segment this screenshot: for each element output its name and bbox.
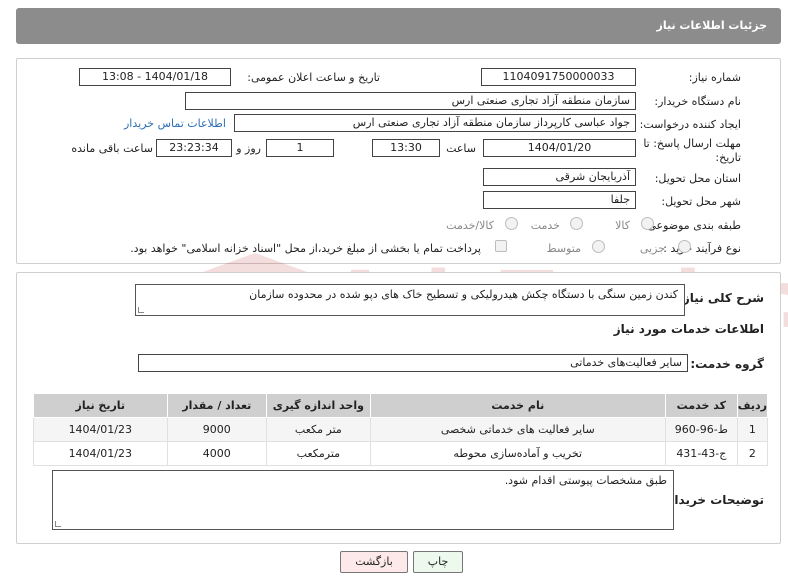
time-remaining-label: ساعت باقی مانده (71, 142, 153, 155)
buyer-org-label: نام دستگاه خریدار: (654, 95, 741, 108)
process-option-medium: متوسط (546, 242, 581, 255)
buyer-notes-textarea[interactable]: طبق مشخصات پیوستی اقدام شود. (52, 470, 674, 530)
need-number-label: شماره نیاز: (688, 71, 741, 84)
city-label: شهر محل تحویل: (661, 195, 741, 208)
buyer-org-field: سازمان منطقه آزاد تجاری صنعتی ارس (185, 92, 636, 110)
category-radio-goods[interactable] (641, 217, 654, 230)
process-radio-minor[interactable] (678, 240, 691, 253)
province-label: استان محل تحویل: (654, 172, 741, 185)
cell-quantity: 4000 (166, 441, 268, 466)
cell-quantity: 9000 (166, 417, 268, 442)
resize-grip-icon[interactable] (138, 307, 144, 313)
need-info-panel (16, 58, 781, 264)
category-option-goods-service: کالا/خدمت (446, 219, 494, 232)
category-radio-goods-service[interactable] (505, 217, 518, 230)
col-header-service-name: نام خدمت (369, 393, 666, 418)
services-table-header: ردیف کد خدمت نام خدمت واحد اندازه گیری ت… (33, 393, 769, 418)
treasury-payment-note: پرداخت تمام یا بخشی از مبلغ خرید،از محل … (130, 242, 481, 255)
col-header-unit: واحد اندازه گیری (266, 393, 371, 418)
deadline-label-line2: تاریخ: (715, 151, 741, 164)
summary-label: شرح کلی نیاز: (678, 291, 764, 305)
deadline-label-line1: مهلت ارسال پاسخ: تا (643, 137, 741, 150)
table-row: 1 ط-96-960 سایر فعالیت های خدماتی شخصی م… (33, 417, 769, 442)
category-radio-service[interactable] (570, 217, 583, 230)
process-option-minor: جزیی (639, 242, 665, 255)
page-title: جزئیات اطلاعات نیاز (656, 19, 768, 32)
col-header-row-number: ردیف (736, 393, 769, 418)
col-header-service-code: کد خدمت (664, 393, 738, 418)
buyer-notes-label: توضیحات خریدار: (662, 493, 764, 507)
announce-datetime-field: 1404/01/18 - 13:08 (79, 68, 231, 86)
days-label: روز و (236, 142, 261, 155)
requester-label: ایجاد کننده درخواست: (639, 118, 741, 131)
cell-service-name: سایر فعالیت های خدماتی شخصی (369, 417, 666, 442)
cell-need-date: 1404/01/23 (33, 441, 168, 466)
services-table: ردیف کد خدمت نام خدمت واحد اندازه گیری ت… (33, 393, 769, 466)
cell-unit: متر مکعب (266, 417, 371, 442)
deadline-time-label: ساعت (446, 142, 476, 155)
cell-row-number: 1 (736, 417, 769, 442)
deadline-date-field: 1404/01/20 (483, 139, 636, 157)
requester-field: جواد عباسی کارپرداز سازمان منطقه آزاد تج… (234, 114, 636, 132)
process-radio-medium[interactable] (592, 240, 605, 253)
back-button[interactable]: بازگشت (340, 551, 408, 573)
buyer-notes-text: طبق مشخصات پیوستی اقدام شود. (504, 474, 667, 487)
treasury-payment-checkbox[interactable] (495, 240, 507, 252)
process-type-label: نوع فرآیند خرید : (663, 242, 741, 255)
category-option-service: خدمت (530, 219, 560, 232)
summary-textarea[interactable]: کندن زمین سنگی با دستگاه چکش هیدرولیکی و… (135, 284, 685, 316)
summary-text: کندن زمین سنگی با دستگاه چکش هیدرولیکی و… (249, 288, 678, 301)
deadline-time-field: 13:30 (372, 139, 440, 157)
page-header: جزئیات اطلاعات نیاز (16, 8, 781, 44)
cell-service-code: ج-43-431 (664, 441, 738, 466)
contact-info-link[interactable]: اطلاعات تماس خریدار (124, 117, 226, 130)
col-header-quantity: تعداد / مقدار (166, 393, 268, 418)
cell-unit: مترمکعب (266, 441, 371, 466)
service-group-label: گروه خدمت: (690, 357, 764, 371)
category-label: طبقه بندی موضوعی: (643, 219, 741, 232)
services-heading: اطلاعات خدمات مورد نیاز (613, 322, 764, 336)
cell-row-number: 2 (736, 441, 769, 466)
print-button[interactable]: چاپ (413, 551, 463, 573)
service-group-field: سایر فعالیت‌های خدماتی (138, 354, 688, 372)
time-remaining-field: 23:23:34 (156, 139, 232, 157)
cell-service-code: ط-96-960 (664, 417, 738, 442)
resize-grip-icon[interactable] (55, 521, 61, 527)
category-option-goods: کالا (615, 219, 630, 232)
city-field: جلفا (483, 191, 636, 209)
col-header-need-date: تاریخ نیاز (33, 393, 168, 418)
province-field: آذربایجان شرقی (483, 168, 636, 186)
cell-service-name: تخریب و آماده‌سازی محوطه (369, 441, 666, 466)
days-remaining-field: 1 (266, 139, 334, 157)
announce-label: تاریخ و ساعت اعلان عمومی: (247, 71, 380, 84)
table-row: 2 ج-43-431 تخریب و آماده‌سازی محوطه مترم… (33, 441, 769, 466)
need-number-field: 1104091750000033 (481, 68, 636, 86)
cell-need-date: 1404/01/23 (33, 417, 168, 442)
